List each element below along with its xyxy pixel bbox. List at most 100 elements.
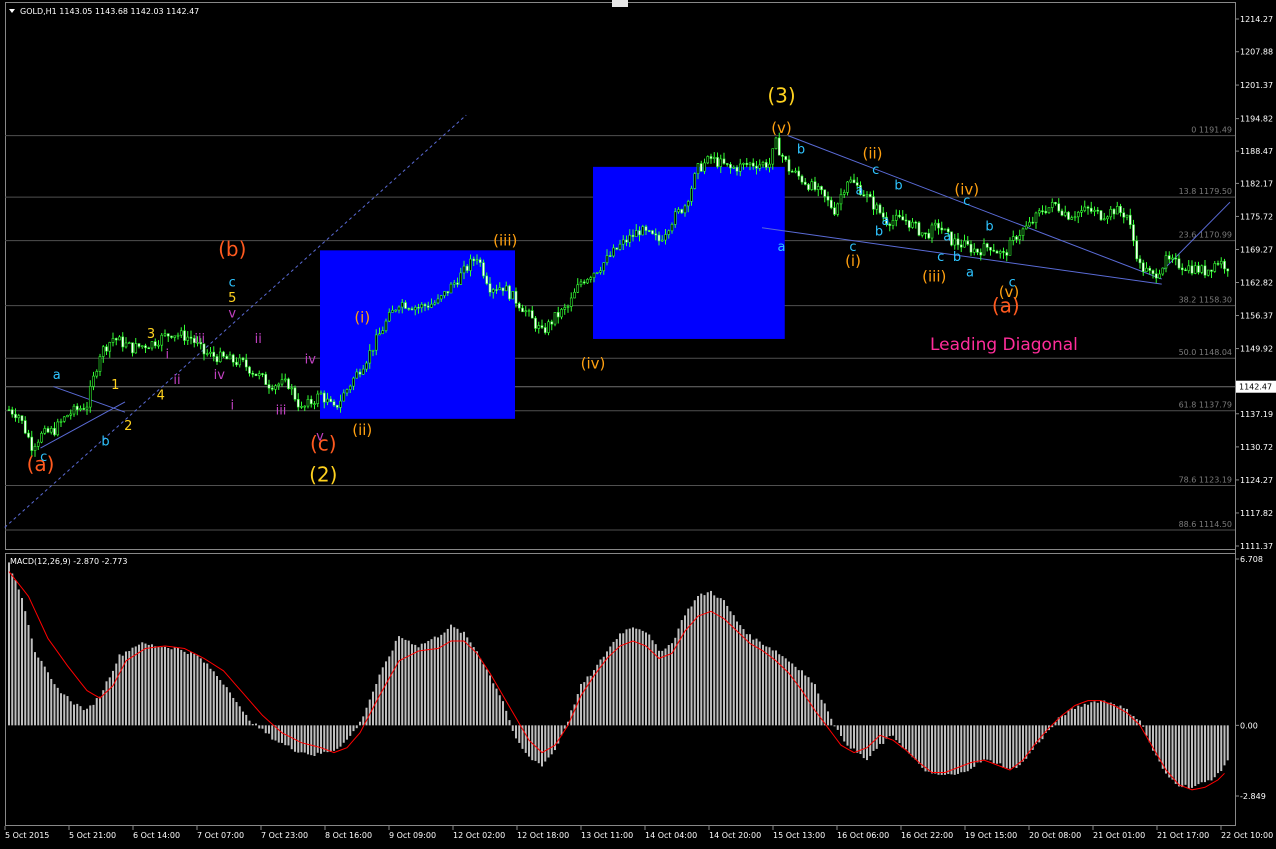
candle-body [761, 162, 765, 166]
candle-body [33, 446, 37, 451]
candle-body [771, 148, 775, 165]
candle-body [306, 398, 310, 407]
macd-bar [391, 650, 394, 726]
candle-body [342, 392, 346, 402]
fib-label-4: 50.0 1148.04 [1179, 348, 1232, 357]
macd-bar [973, 725, 976, 767]
candle-body [59, 420, 63, 423]
macd-bar [235, 702, 238, 726]
macd-bar [817, 693, 820, 726]
time-tick-label: 13 Oct 11:00 [581, 831, 633, 840]
candle-body [394, 309, 398, 312]
candle-body [807, 184, 810, 190]
macd-bar [248, 720, 251, 726]
macd-bar [297, 725, 300, 753]
candle-body [251, 373, 255, 375]
macd-bar [853, 725, 855, 749]
macd-bar [703, 595, 706, 726]
macd-bar [905, 725, 907, 750]
candle-body [261, 373, 264, 375]
candle-body [1050, 202, 1054, 208]
candle-body [1028, 221, 1031, 227]
macd-bar [303, 725, 306, 753]
macd-bar [599, 659, 602, 726]
macd-bar [261, 725, 264, 729]
candle-body [963, 240, 966, 248]
price-tick-label: 1137.19 [1240, 410, 1273, 419]
macd-bar [479, 658, 482, 726]
candle-body [758, 164, 762, 169]
time-tick-label: 12 Oct 18:00 [517, 831, 569, 840]
candle-body [222, 351, 225, 357]
macd-bar [212, 671, 215, 726]
macd-bar [602, 656, 605, 726]
candle-body [1021, 228, 1025, 236]
candle-body [1106, 216, 1109, 220]
macd-bar [385, 661, 387, 726]
candle-body [612, 247, 615, 257]
macd-bar [216, 676, 218, 726]
candle-body [332, 401, 336, 406]
macd-bar [173, 647, 176, 726]
macd-bar [232, 697, 235, 726]
macd-bar [411, 644, 413, 726]
candle-body [894, 214, 898, 221]
wave-label-1: (b) [218, 237, 246, 261]
candle-body [443, 291, 446, 296]
candle-body [1223, 260, 1226, 270]
macd-bar [911, 725, 914, 758]
candle-body [173, 335, 177, 338]
macd-bar [108, 677, 111, 726]
candle-body [30, 436, 34, 451]
candle-body [829, 199, 833, 209]
macd-bar [326, 725, 329, 753]
macd-bar [1226, 725, 1229, 761]
macd-bar [1070, 708, 1073, 726]
candle-body [813, 181, 817, 190]
candle-body [618, 243, 622, 250]
macd-bar [433, 636, 436, 726]
candle-body [144, 345, 147, 349]
macd-bar [515, 725, 517, 739]
candle-body [511, 291, 515, 300]
macd-bar [339, 725, 342, 747]
macd-bar [537, 725, 540, 764]
candle-body [7, 409, 11, 411]
macd-bar [144, 643, 147, 726]
macd-bar [1187, 725, 1190, 789]
candle-body [423, 304, 427, 307]
macd-bar [27, 624, 30, 726]
macd-bar [901, 725, 904, 749]
macd-bar [466, 637, 469, 726]
candle-body [530, 310, 534, 319]
candle-body [1067, 211, 1070, 220]
macd-bar [957, 725, 959, 774]
candle-body [348, 385, 352, 390]
candle-body [891, 220, 895, 226]
price-tick-label: 1214.27 [1240, 15, 1273, 24]
candle-body [114, 338, 118, 341]
candle-body [1018, 235, 1022, 240]
wave-label-27: a [856, 184, 864, 199]
candle-body [992, 249, 996, 252]
candle-body [101, 346, 105, 357]
wave-label-16: 1 [111, 378, 119, 393]
macd-bar [424, 643, 426, 726]
wave-label-40: iii [194, 332, 205, 347]
macd-bar [394, 640, 397, 726]
time-tick-label: 7 Oct 07:00 [197, 831, 244, 840]
candle-body [937, 222, 940, 229]
candle-body [452, 282, 456, 285]
macd-bar [615, 639, 618, 726]
candle-body [878, 204, 882, 214]
candle-body [1031, 221, 1035, 224]
candle-body [231, 354, 235, 363]
macd-bar [898, 725, 901, 744]
chart-canvas[interactable]: GOLD,H1 1143.05 1143.68 1142.03 1142.47 … [0, 0, 1276, 845]
candle-body [1047, 207, 1051, 214]
window-drag-handle[interactable] [612, 0, 628, 7]
macd-bar [1155, 725, 1158, 756]
macd-bar [160, 647, 163, 726]
macd-bar [157, 646, 160, 726]
trading-chart-window[interactable]: GOLD,H1 1143.05 1143.68 1142.03 1142.47 … [0, 0, 1276, 845]
